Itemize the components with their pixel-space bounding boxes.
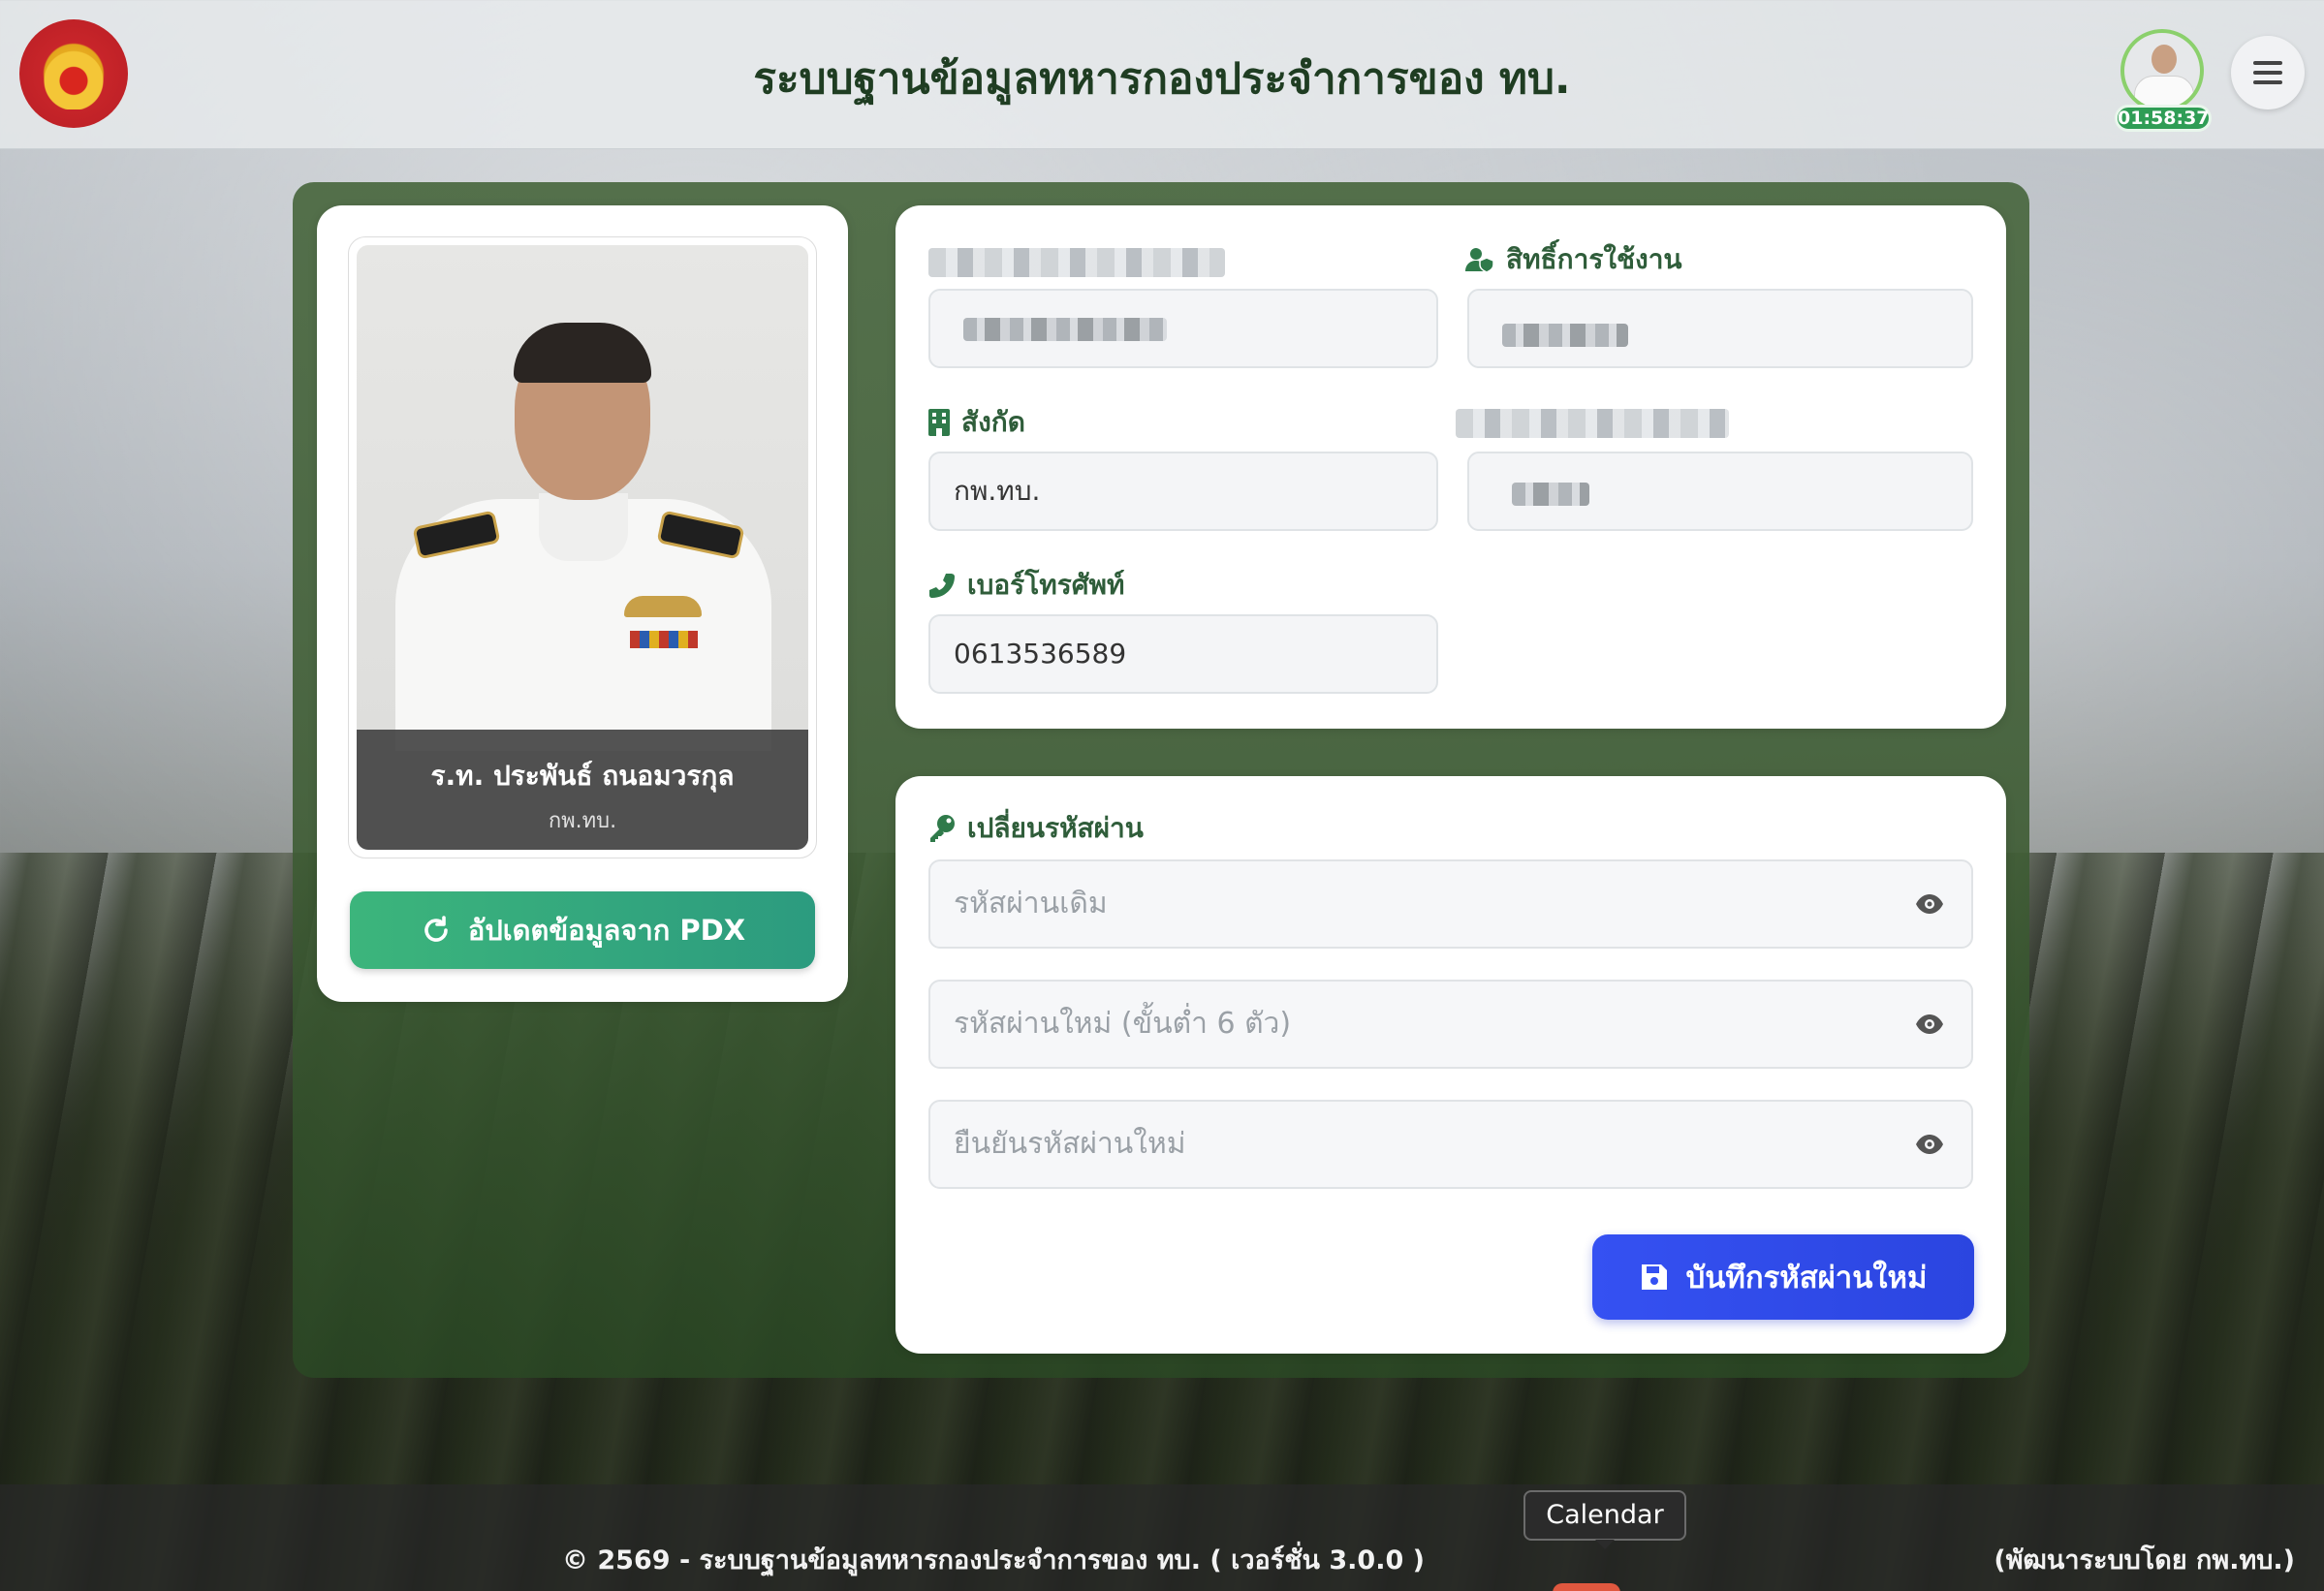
profile-unit: กพ.ทบ. [548, 809, 617, 833]
update-button-label: อัปเดตข้อมูลจาก PDX [467, 914, 746, 947]
profile-photo: ร.ท. ประพันธ์ ถนอมวรกุล กพ.ทบ. [357, 245, 808, 850]
role-label: สิทธิ์การใช้งาน [1465, 238, 1682, 281]
redacted-label [1456, 409, 1729, 438]
phone-field: 0613536589 [928, 614, 1438, 694]
user-info-card: สิทธิ์การใช้งาน สังกัด กพ.ทบ. เบอร์โทรศั… [895, 205, 2006, 729]
hamburger-icon [2253, 61, 2282, 84]
old-password-input[interactable]: รหัสผ่านเดิม [928, 859, 1973, 949]
profile-caption: ร.ท. ประพันธ์ ถนอมวรกุล กพ.ทบ. [357, 730, 808, 850]
eye-icon[interactable] [1915, 1134, 1944, 1155]
menu-button[interactable] [2231, 36, 2305, 109]
redacted-field [928, 289, 1438, 368]
user-shield-icon [1465, 248, 1494, 272]
phone-label: เบอร์โทรศัพท์ [928, 564, 1124, 607]
tooltip-arrow [1595, 1540, 1615, 1549]
avatar[interactable] [2120, 29, 2204, 112]
eye-icon[interactable] [1915, 1014, 1944, 1035]
new-password-input[interactable]: รหัสผ่านใหม่ (ขั้นต่ำ 6 ตัว) [928, 980, 1973, 1069]
affiliation-label: สังกัด [928, 401, 1025, 444]
new-password-placeholder: รหัสผ่านใหม่ (ขั้นต่ำ 6 ตัว) [954, 1007, 1292, 1041]
role-field [1467, 289, 1973, 368]
building-icon [928, 409, 950, 436]
phone-icon [929, 574, 955, 598]
affiliation-field: กพ.ทบ. [928, 452, 1438, 531]
page-footer: © 2569 - ระบบฐานข้อมูลทหารกองประจำการของ… [0, 1484, 2324, 1591]
change-password-card: เปลี่ยนรหัสผ่าน รหัสผ่านเดิม รหัสผ่านใหม… [895, 776, 2006, 1354]
footer-copyright: © 2569 - ระบบฐานข้อมูลทหารกองประจำการของ… [562, 1545, 1425, 1575]
profile-name: ร.ท. ประพันธ์ ถนอมวรกุล [430, 760, 735, 792]
change-password-title: เปลี่ยนรหัสผ่าน [928, 807, 1144, 850]
app-title: ระบบฐานข้อมูลทหารกองประจำการของ ทบ. [753, 54, 1571, 104]
profile-card: ร.ท. ประพันธ์ ถนอมวรกุล กพ.ทบ. อัปเดตข้อ… [317, 205, 848, 1002]
top-header: ระบบฐานข้อมูลทหารกองประจำการของ ทบ. 01:5… [0, 0, 2324, 149]
save-password-button[interactable]: บันทึกรหัสผ่านใหม่ [1592, 1234, 1974, 1320]
eye-icon[interactable] [1915, 893, 1944, 915]
old-password-placeholder: รหัสผ่านเดิม [954, 887, 1108, 920]
confirm-password-input[interactable]: ยืนยันรหัสผ่านใหม่ [928, 1100, 1973, 1189]
user-avatar-widget[interactable]: 01:58:37 [2115, 29, 2212, 136]
key-icon [930, 815, 955, 842]
calendar-tooltip: Calendar [1523, 1490, 1686, 1541]
update-from-pdx-button[interactable]: อัปเดตข้อมูลจาก PDX [350, 891, 815, 969]
save-button-label: บันทึกรหัสผ่านใหม่ [1685, 1261, 1928, 1295]
footer-developer: (พัฒนาระบบโดย กพ.ทบ.) [1994, 1545, 2295, 1575]
floppy-disk-icon [1641, 1264, 1667, 1290]
calendar-button[interactable] [1553, 1583, 1620, 1591]
redacted-label [928, 248, 1225, 277]
redacted-field [1467, 452, 1973, 531]
confirm-password-placeholder: ยืนยันรหัสผ่านใหม่ [954, 1127, 1186, 1161]
refresh-icon [424, 916, 448, 942]
profile-photo-frame: ร.ท. ประพันธ์ ถนอมวรกุล กพ.ทบ. [348, 236, 817, 858]
session-timer: 01:58:37 [2115, 105, 2212, 132]
